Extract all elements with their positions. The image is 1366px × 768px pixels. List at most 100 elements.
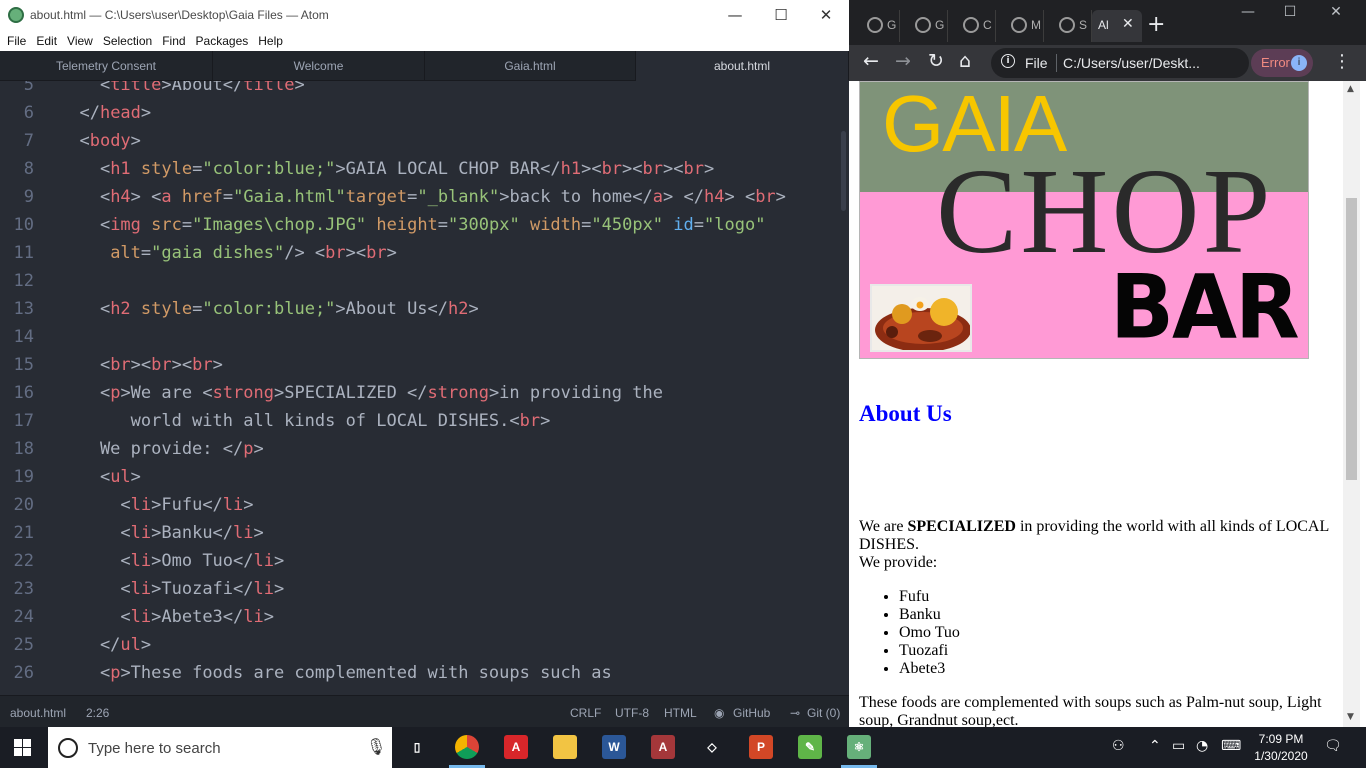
address-bar[interactable]: i File C:/Users/user/Deskt... ☆ (991, 48, 1366, 78)
line-number: 22 (13, 551, 34, 571)
code-line: 21 <li>Banku</li> (0, 519, 840, 547)
code-token: < (59, 159, 111, 179)
code-token: = (192, 299, 203, 319)
minimize-icon[interactable]: — (1225, 4, 1271, 20)
menu-view[interactable]: View (62, 32, 98, 48)
home-icon[interactable]: ⌂ (959, 50, 971, 72)
code-token: < (59, 355, 111, 375)
chrome-window: G G C M S Al ✕ + — ☐ ✕ ← → ↻ ⌂ i File C:/… (849, 0, 1366, 727)
tab-close-icon[interactable]: ✕ (1122, 15, 1134, 32)
notifications-icon[interactable]: 🗨 (1324, 738, 1342, 754)
close-icon[interactable]: ✕ (1313, 4, 1359, 20)
scroll-down-icon[interactable]: ▼ (1347, 712, 1354, 722)
atom-icon[interactable]: ⚛ (847, 735, 871, 759)
access-icon[interactable]: A (651, 735, 675, 759)
tab-welcome[interactable]: Welcome (213, 51, 425, 81)
menu-file[interactable]: File (0, 32, 31, 48)
code-token: > < (724, 187, 756, 207)
editor-scrollbar[interactable] (841, 131, 846, 211)
scroll-up-icon[interactable]: ▲ (1347, 84, 1354, 94)
people-icon[interactable]: ⚇ (1112, 738, 1125, 754)
code-token: a (652, 187, 664, 207)
keyboard-icon[interactable]: ⌨ (1221, 738, 1241, 754)
clock-date[interactable]: 1/30/2020 (1253, 749, 1309, 763)
file-explorer-icon[interactable] (553, 735, 577, 759)
status-git[interactable]: Git (0) (807, 706, 840, 720)
profile-error-button[interactable]: Error i (1251, 49, 1313, 77)
chrome-tab[interactable]: S (1045, 10, 1092, 42)
code-token: > (212, 355, 223, 375)
code-line: 18 We provide: </p> (0, 435, 840, 463)
battery-icon[interactable]: ▭ (1172, 738, 1185, 754)
word-icon[interactable]: W (602, 735, 626, 759)
dishes-list: Fufu Banku Omo Tuo Tuozafi Abete3 (899, 588, 960, 678)
code-token: = (407, 187, 418, 207)
code-token: < (59, 607, 131, 627)
tab-gaia-html[interactable]: Gaia.html (425, 51, 636, 81)
code-line: 11 alt="gaia dishes"/> <br><br> (0, 239, 840, 267)
new-tab-icon[interactable]: + (1147, 12, 1165, 37)
tab-telemetry-consent[interactable]: Telemetry Consent (0, 51, 213, 81)
reload-icon[interactable]: ↻ (928, 50, 944, 72)
windows-start-icon[interactable] (14, 739, 32, 757)
app-diamond-icon[interactable]: ◇ (700, 735, 724, 759)
code-token: li (233, 523, 254, 543)
wifi-icon[interactable]: ◔ (1196, 738, 1208, 754)
page-scrollbar[interactable]: ▲ ▼ (1343, 81, 1360, 727)
maximize-icon[interactable]: ☐ (758, 0, 804, 30)
code-token: >< (663, 159, 684, 179)
code-text: <p>We are <strong>SPECIALIZED </strong>i… (59, 379, 663, 407)
scroll-thumb[interactable] (1346, 198, 1357, 480)
code-line: 25 </ul> (0, 631, 840, 659)
code-token: = (581, 215, 592, 235)
code-token: >< (622, 159, 643, 179)
taskbar-search-box[interactable]: Type here to search 🎙 (48, 727, 392, 768)
tab-about-html[interactable]: about.html (636, 51, 849, 81)
chrome-tab[interactable]: M (997, 10, 1044, 42)
powerpoint-icon[interactable]: P (749, 735, 773, 759)
atom-window-title: about.html — C:\Users\user\Desktop\Gaia … (30, 8, 329, 22)
chrome-icon[interactable] (455, 735, 479, 759)
task-view-icon[interactable]: ▯ (405, 735, 429, 759)
status-github[interactable]: GitHub (733, 706, 770, 720)
code-editor[interactable]: 5 <title>About</title> 6 </head> 7 <body> 8… (0, 81, 849, 695)
maximize-icon[interactable]: ☐ (1267, 4, 1313, 20)
status-cursor[interactable]: 2:26 (86, 706, 109, 720)
status-line-ending[interactable]: CRLF (570, 706, 601, 720)
code-token: < (59, 81, 111, 95)
chevron-up-icon[interactable]: ⌃ (1149, 738, 1161, 754)
chrome-tab[interactable]: G (901, 10, 948, 42)
menu-find[interactable]: Find (157, 32, 190, 48)
chrome-tab[interactable]: G (853, 10, 900, 42)
menu-edit[interactable]: Edit (31, 32, 62, 48)
status-file[interactable]: about.html (10, 706, 66, 720)
menu-selection[interactable]: Selection (98, 32, 157, 48)
menu-help[interactable]: Help (253, 32, 288, 48)
menu-packages[interactable]: Packages (191, 32, 254, 48)
notepadpp-icon[interactable]: ✎ (798, 735, 822, 759)
kebab-menu-icon[interactable]: ⋮ (1333, 51, 1351, 72)
code-token: width (529, 215, 582, 235)
list-item: Omo Tuo (899, 624, 960, 642)
code-token: > (273, 579, 285, 599)
code-text: world with all kinds of LOCAL DISHES.<br… (59, 407, 551, 435)
minimize-icon[interactable]: — (712, 0, 758, 30)
clock-time[interactable]: 7:09 PM (1253, 732, 1309, 746)
address-url[interactable]: C:/Users/user/Deskt... (1063, 55, 1200, 71)
chrome-tab-active[interactable]: Al ✕ (1092, 10, 1142, 42)
code-token: < (59, 131, 90, 151)
code-token: p (110, 383, 121, 403)
microphone-icon[interactable]: 🎙 (366, 737, 386, 756)
forward-icon[interactable]: → (895, 50, 911, 72)
status-encoding[interactable]: UTF-8 (615, 706, 649, 720)
close-icon[interactable]: ✕ (803, 0, 849, 30)
status-grammar[interactable]: HTML (664, 706, 697, 720)
back-icon[interactable]: ← (863, 50, 879, 72)
code-token: a (161, 187, 172, 207)
acrobat-icon[interactable]: A (504, 735, 528, 759)
info-icon[interactable]: i (1001, 54, 1015, 68)
code-line: 9 <h4> <a href="Gaia.html"target="_blank… (0, 183, 840, 211)
chrome-tab[interactable]: C (949, 10, 996, 42)
globe-icon (915, 17, 931, 33)
code-token: < (59, 299, 111, 319)
